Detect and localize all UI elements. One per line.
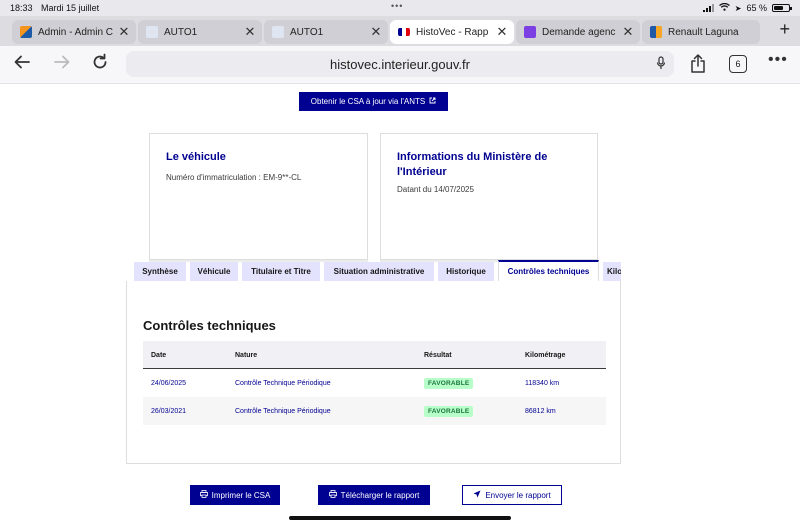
- row-kilometrage: 118340 km: [525, 379, 560, 387]
- french-flag-favicon-icon: [398, 28, 410, 36]
- browser-tab[interactable]: Renault Laguna: [642, 20, 760, 44]
- battery-icon: [772, 4, 792, 12]
- send-icon: [473, 490, 481, 500]
- download-report-button[interactable]: Télécharger le rapport: [318, 485, 430, 505]
- status-time: 18:33: [10, 3, 33, 13]
- auto1-favicon-icon: [272, 26, 284, 38]
- tab-titulaire[interactable]: Titulaire et Titre: [242, 262, 320, 281]
- print-csa-button[interactable]: Imprimer le CSA: [190, 485, 280, 505]
- browser-toolbar: histovec.interieur.gouv.fr 6 •••: [0, 46, 800, 84]
- browser-tab-title: Demande agenc: [542, 26, 616, 38]
- battery-percent: 65 %: [746, 3, 767, 13]
- browser-tab-title: AUTO1: [290, 26, 324, 38]
- ministry-card-title-line1: Informations du Ministère de: [397, 151, 548, 163]
- status-bar: 18:33 Mardi 15 juillet ••• ➤ 65 %: [0, 0, 800, 16]
- tab-situation-administrative[interactable]: Situation administrative: [324, 262, 434, 281]
- address-bar[interactable]: histovec.interieur.gouv.fr: [126, 51, 674, 77]
- browser-tab-active[interactable]: HistoVec - Rapp ✕: [390, 20, 514, 44]
- row-kilometrage: 86812 km: [525, 407, 556, 415]
- controles-table: Date Nature Résultat Kilométrage 24/06/2…: [143, 341, 606, 425]
- cell-signal-icon: [702, 4, 714, 12]
- col-nature: Nature: [235, 351, 258, 359]
- browser-tab-title: HistoVec - Rapp: [416, 26, 489, 38]
- close-tab-icon[interactable]: ✕: [494, 24, 510, 40]
- col-resultat: Résultat: [424, 351, 452, 359]
- microphone-icon[interactable]: [656, 56, 666, 73]
- browser-tab-bar: Admin - Admin C ✕ AUTO1 ✕ AUTO1 ✕ HistoV…: [0, 16, 800, 46]
- vehicle-card-subtitle: Numéro d'immatriculation : EM-9**-CL: [166, 173, 302, 182]
- reload-icon[interactable]: [91, 53, 109, 76]
- ministry-card-title-line2: l'Intérieur: [397, 166, 447, 178]
- close-tab-icon[interactable]: ✕: [368, 24, 384, 40]
- browser-tab-title: Renault Laguna: [668, 26, 739, 38]
- admin-favicon-icon: [20, 26, 32, 38]
- row-date: 26/03/2021: [151, 407, 187, 415]
- table-row: 26/03/2021 Contrôle Technique Périodique…: [143, 397, 606, 425]
- more-options-icon[interactable]: •••: [768, 51, 788, 69]
- external-link-icon: [429, 97, 436, 106]
- status-date: Mardi 15 juillet: [41, 3, 100, 13]
- col-date: Date: [151, 351, 167, 359]
- row-nature: Contrôle Technique Périodique: [235, 379, 331, 387]
- location-icon: ➤: [734, 3, 742, 13]
- form-favicon-icon: [524, 26, 536, 38]
- section-title: Contrôles techniques: [143, 318, 276, 333]
- forward-icon[interactable]: [53, 53, 71, 76]
- tab-count-label: 6: [735, 59, 741, 69]
- send-report-button[interactable]: Envoyer le rapport: [462, 485, 562, 505]
- url-text: histovec.interieur.gouv.fr: [330, 56, 470, 72]
- browser-tab[interactable]: AUTO1 ✕: [264, 20, 388, 44]
- close-tab-icon[interactable]: ✕: [242, 24, 258, 40]
- browser-tab[interactable]: Demande agenc ✕: [516, 20, 640, 44]
- browser-tab-title: Admin - Admin C: [38, 26, 114, 38]
- status-badge: FAVORABLE: [424, 377, 474, 389]
- ministry-card: Informations du Ministère de l'Intérieur…: [380, 133, 598, 260]
- print-csa-label: Imprimer le CSA: [211, 490, 271, 500]
- auto1-favicon-icon: [146, 26, 158, 38]
- tab-count-button[interactable]: 6: [729, 55, 747, 73]
- vehicle-card: Le véhicule Numéro d'immatriculation : E…: [149, 133, 368, 260]
- back-icon[interactable]: [13, 53, 31, 76]
- multitask-dots-icon[interactable]: •••: [391, 1, 403, 11]
- ministry-card-title: Informations du Ministère de l'Intérieur: [397, 150, 581, 180]
- tab-synthese[interactable]: Synthèse: [134, 262, 186, 281]
- table-row: 24/06/2025 Contrôle Technique Périodique…: [143, 369, 606, 397]
- close-tab-icon[interactable]: ✕: [620, 24, 636, 40]
- download-report-label: Télécharger le rapport: [340, 490, 420, 500]
- browser-tab-title: AUTO1: [164, 26, 198, 38]
- tab-controles-techniques[interactable]: Contrôles techniques: [498, 260, 599, 281]
- home-indicator[interactable]: [289, 516, 511, 520]
- row-nature: Contrôle Technique Périodique: [235, 407, 331, 415]
- share-icon[interactable]: [690, 54, 706, 79]
- renault-favicon-icon: [650, 26, 662, 38]
- status-badge: FAVORABLE: [424, 405, 474, 417]
- vehicle-card-title: Le véhicule: [166, 151, 226, 163]
- browser-tab[interactable]: Admin - Admin C ✕: [12, 20, 136, 44]
- browser-tab[interactable]: AUTO1 ✕: [138, 20, 262, 44]
- wifi-icon: [718, 2, 730, 13]
- close-tab-icon[interactable]: ✕: [116, 24, 132, 40]
- tab-vehicule[interactable]: Véhicule: [190, 262, 238, 281]
- ants-csa-button[interactable]: Obtenir le CSA à jour via l'ANTS: [299, 92, 448, 111]
- tab-kilometrage[interactable]: Kilo: [603, 262, 621, 281]
- printer-icon: [328, 490, 337, 500]
- ants-csa-button-label: Obtenir le CSA à jour via l'ANTS: [310, 97, 426, 106]
- row-date: 24/06/2025: [151, 379, 187, 387]
- controles-techniques-panel: Contrôles techniques Date Nature Résulta…: [126, 281, 621, 464]
- printer-icon: [199, 490, 208, 500]
- tab-historique[interactable]: Historique: [438, 262, 494, 281]
- new-tab-icon[interactable]: +: [779, 19, 790, 40]
- ministry-card-subtitle: Datant du 14/07/2025: [397, 185, 474, 194]
- send-report-label: Envoyer le rapport: [485, 490, 551, 500]
- table-header: Date Nature Résultat Kilométrage: [143, 341, 606, 369]
- col-kilometrage: Kilométrage: [525, 351, 566, 359]
